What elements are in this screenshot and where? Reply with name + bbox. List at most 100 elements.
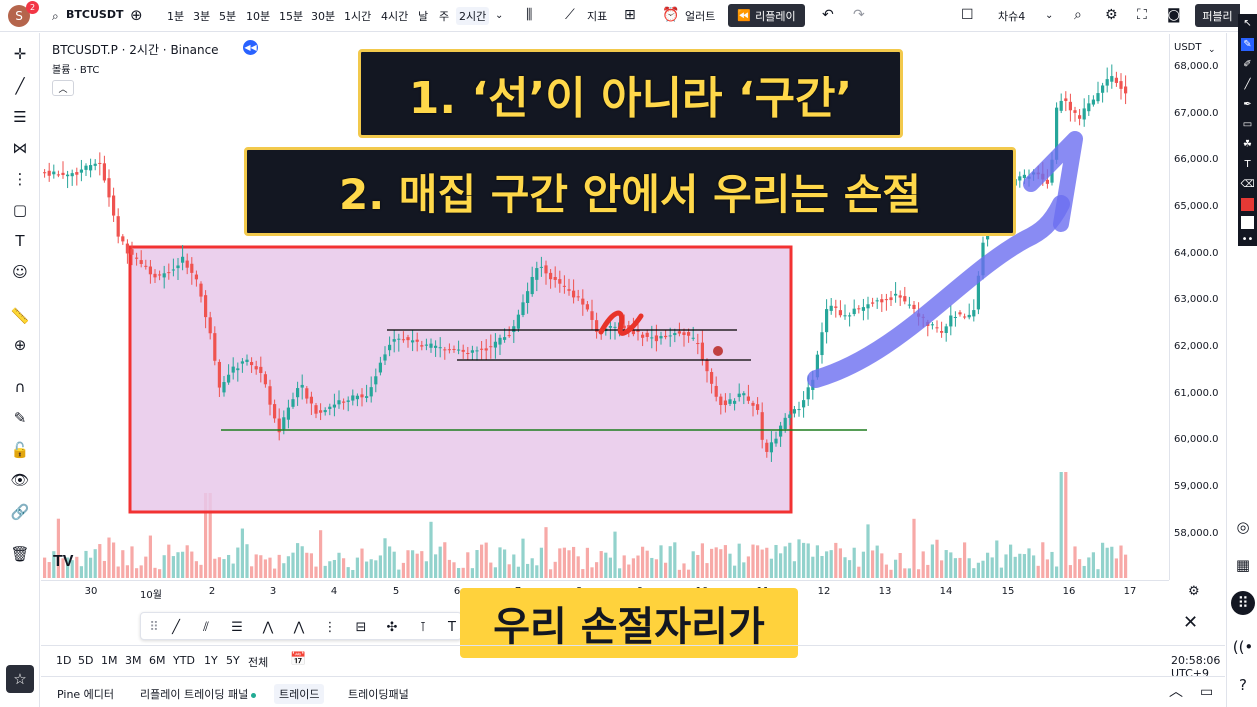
more-icon[interactable]: •• — [1241, 233, 1254, 246]
timeframe-3m[interactable]: 3분 — [193, 8, 210, 24]
marker-icon[interactable]: ✒ — [1241, 98, 1254, 111]
replay-button[interactable]: ⏪ 리플레이 — [728, 4, 805, 27]
palette-icon[interactable]: ☘ — [1241, 138, 1254, 151]
bracket-icon[interactable]: ⊺ — [414, 618, 432, 636]
shapes-icon[interactable]: ▢ — [9, 199, 31, 221]
layout-square-icon[interactable]: ☐ — [961, 8, 974, 22]
gear-icon[interactable]: ⚙ — [1105, 8, 1118, 22]
chevron-down-icon[interactable]: ⌄ — [495, 9, 503, 23]
magnet-icon[interactable]: ∩ — [9, 376, 31, 398]
text-icon[interactable]: T — [1241, 158, 1254, 171]
tab-trading-panel[interactable]: 트레이딩패널 — [348, 686, 409, 702]
timeframe-1h[interactable]: 1시간 — [344, 8, 371, 24]
chevron-down-icon[interactable]: ⌄ — [1045, 9, 1053, 23]
range-5d[interactable]: 5D — [78, 654, 93, 667]
range-6m[interactable]: 6M — [149, 654, 166, 667]
text-icon[interactable]: T — [443, 618, 461, 636]
candles-icon[interactable]: ⫼ — [526, 8, 532, 22]
timeframe-4h[interactable]: 4시간 — [381, 8, 408, 24]
drag-handle-icon[interactable]: ⠿ — [145, 618, 163, 636]
layout-name[interactable]: 차슈4 — [998, 8, 1025, 24]
range-1d[interactable]: 1D — [56, 654, 71, 667]
search-icon[interactable]: ⌕ — [52, 9, 59, 23]
collapse-legend-button[interactable]: ︿ — [52, 80, 74, 96]
indicators-icon[interactable]: ⟋ — [565, 8, 575, 22]
fib-lines-icon[interactable]: ☰ — [228, 618, 246, 636]
trash-icon[interactable]: 🗑 — [9, 543, 31, 565]
currency-label[interactable]: USDT — [1174, 42, 1201, 53]
color-swatch-red[interactable] — [1241, 198, 1254, 211]
volume-legend[interactable]: 볼륨 · BTC — [52, 61, 99, 76]
timeframe-10m[interactable]: 10분 — [246, 8, 270, 24]
star-icon[interactable]: ☆ — [6, 665, 34, 693]
timeframe-5m[interactable]: 5분 — [219, 8, 236, 24]
camera-icon[interactable]: ◙ — [1167, 8, 1181, 22]
ruler-icon[interactable]: 📏 — [9, 305, 31, 327]
add-symbol-icon[interactable]: ⊕ — [130, 8, 143, 23]
timeframe-day[interactable]: 날 — [418, 8, 428, 24]
brush-icon[interactable]: ✐ — [1241, 58, 1254, 71]
quick-search-icon[interactable]: ⌕ — [1074, 8, 1082, 22]
emoji-icon[interactable]: ☺ — [9, 261, 31, 283]
range-1m[interactable]: 1M — [101, 654, 118, 667]
replay-indicator-icon[interactable]: ◀◀ — [243, 40, 258, 55]
chevron-up-icon[interactable]: ︿ — [1169, 685, 1183, 699]
trendline-icon[interactable]: ╱ — [167, 618, 185, 636]
pencil-lock-icon[interactable]: ✎ — [9, 407, 31, 429]
forecast-icon[interactable]: ⋮ — [9, 168, 31, 190]
forecast-icon[interactable]: ⋮ — [321, 618, 339, 636]
link-icon[interactable]: 🔗 — [9, 501, 31, 523]
channel-icon[interactable]: ⫽ — [197, 618, 215, 636]
chart-legend-title[interactable]: BTCUSDT.P · 2시간 · Binance — [52, 41, 219, 58]
timeframe-1m[interactable]: 1분 — [167, 8, 184, 24]
abc-pattern-icon[interactable]: ⋀ — [290, 618, 308, 636]
apps-grid-icon[interactable]: ⠿ — [1231, 591, 1255, 615]
alert-button[interactable]: 얼러트 — [685, 8, 715, 24]
symbol-search[interactable]: BTCUSDT — [66, 8, 123, 21]
zoom-in-icon[interactable]: ⊕ — [9, 334, 31, 356]
range-3m[interactable]: 3M — [125, 654, 142, 667]
fib-lines-icon[interactable]: ☰ — [9, 106, 31, 128]
cross-tool-icon[interactable]: ✣ — [383, 618, 401, 636]
tab-trade[interactable]: 트레이드 — [274, 684, 325, 704]
help-icon[interactable]: ? — [1231, 673, 1255, 697]
publish-button[interactable]: 퍼블리 — [1195, 4, 1240, 27]
crosshair-icon[interactable]: ✛ — [9, 43, 31, 65]
fullscreen-icon[interactable]: ⛶ — [1137, 8, 1147, 22]
tab-pine-editor[interactable]: Pine 에디터 — [57, 686, 114, 702]
lock-icon[interactable]: 🔓 — [9, 439, 31, 461]
rectangle-icon[interactable]: ▭ — [1241, 118, 1254, 131]
position-icon[interactable]: ⊟ — [352, 618, 370, 636]
undo-icon[interactable]: ↶ — [822, 8, 834, 22]
timeframe-2h[interactable]: 2시간 — [456, 7, 490, 25]
broadcast-icon[interactable]: ((• — [1231, 635, 1255, 659]
alarm-clock-icon[interactable]: ⏰ — [662, 8, 679, 22]
color-swatch-white[interactable] — [1241, 216, 1254, 229]
maximize-icon[interactable]: ▭ — [1200, 685, 1213, 699]
trendline-icon[interactable]: ╱ — [9, 75, 31, 97]
cursor-icon[interactable]: ↖ — [1241, 17, 1254, 30]
xabcd-pattern-icon[interactable]: ⋀ — [259, 618, 277, 636]
calendar-icon[interactable]: 📅 — [290, 652, 306, 667]
range-5y[interactable]: 5Y — [226, 654, 240, 667]
timeframe-15m[interactable]: 15분 — [279, 8, 303, 24]
text-icon[interactable]: T — [9, 230, 31, 252]
range-all[interactable]: 전체 — [248, 654, 268, 670]
pen-icon[interactable]: ✎ — [1241, 38, 1254, 51]
tab-replay-trading[interactable]: 리플레이 트레이딩 패널 — [140, 686, 257, 702]
templates-icon[interactable]: ⊞ — [624, 8, 636, 22]
range-ytd[interactable]: YTD — [173, 654, 195, 667]
pattern-icon[interactable]: ⋈ — [9, 137, 31, 159]
timeframe-week[interactable]: 주 — [439, 8, 449, 24]
redo-icon[interactable]: ↷ — [853, 8, 865, 22]
indicators-button[interactable]: 지표 — [587, 8, 607, 24]
chevron-down-icon[interactable]: ⌄ — [1208, 43, 1216, 57]
gear-icon[interactable]: ⚙ — [1188, 585, 1200, 599]
eye-icon[interactable]: 👁 — [9, 469, 31, 491]
price-axis[interactable]: USDT ⌄ 68,000.0 67,000.0 66,000.0 65,000… — [1169, 34, 1225, 580]
calendar-icon[interactable]: ▦ — [1231, 553, 1255, 577]
range-1y[interactable]: 1Y — [204, 654, 218, 667]
timeframe-30m[interactable]: 30분 — [311, 8, 335, 24]
line-icon[interactable]: ╱ — [1241, 78, 1254, 91]
target-icon[interactable]: ◎ — [1231, 515, 1255, 539]
